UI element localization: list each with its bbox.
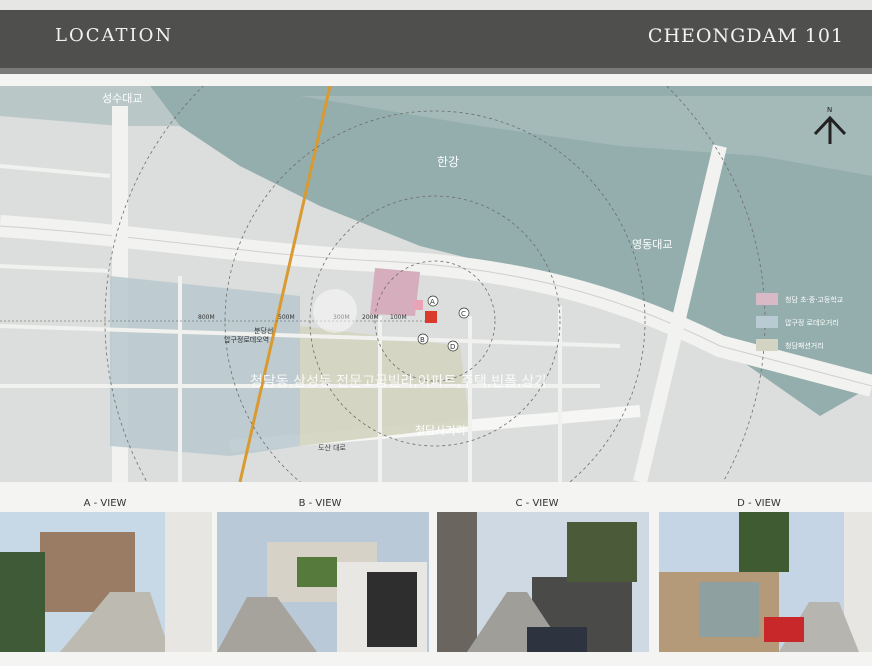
header-underline	[0, 68, 872, 74]
area-description: 청담동,삼성동 전문고급빌라,아파트,주택,빈폴,상가	[250, 374, 547, 390]
dosan-road-label: 도산 대로	[318, 443, 347, 452]
location-title: LOCATION	[55, 25, 174, 46]
yeongdong-bridge-label: 영동대교	[632, 238, 672, 251]
site-marker[interactable]	[425, 311, 437, 323]
top-strip	[0, 0, 872, 10]
view-c-marker-label: C	[461, 310, 466, 318]
station-line-label: 분당선	[254, 326, 273, 335]
view-b-photo[interactable]	[217, 512, 429, 652]
project-title: CHEONGDAM 101	[647, 25, 844, 47]
view-d-photo[interactable]	[659, 512, 872, 652]
site-neighbor	[413, 300, 423, 310]
header-bar: LOCATION CHEONGDAM 101	[0, 10, 872, 74]
view-a-marker-label: A	[430, 298, 435, 306]
hangang-label: 한강	[437, 155, 459, 169]
apgujeong-rodeo-zone	[110, 276, 300, 456]
legend-label-rodeo: 압구정 로데오거리	[785, 318, 839, 327]
dist-200-label: 200M	[362, 314, 379, 321]
view-a-photo[interactable]	[0, 512, 212, 652]
dist-800-label: 800M	[198, 314, 215, 321]
dist-100-label: 100M	[390, 314, 407, 321]
school-zone	[370, 268, 420, 316]
dist-500-label: 500M	[278, 314, 295, 321]
legend-label-school: 청담 초·중·고등학교	[785, 295, 844, 304]
view-d-label: D - VIEW	[737, 498, 781, 509]
view-a-label: A - VIEW	[83, 498, 127, 509]
north-label: N	[827, 106, 832, 114]
view-c-label: C - VIEW	[515, 498, 559, 509]
view-b-marker-label: B	[420, 336, 425, 344]
legend-swatch-rodeo	[756, 316, 778, 328]
view-d-marker-label: D	[450, 343, 455, 351]
site-glow	[313, 289, 357, 333]
station-name-label: 압구정로데오역	[224, 335, 269, 344]
view-c-photo[interactable]	[437, 512, 649, 652]
location-map[interactable]: 800M 500M 300M 200M 100M 성수대교 한강 영동대교 청담…	[0, 86, 872, 482]
legend-swatch-school	[756, 293, 778, 305]
view-b-label: B - VIEW	[298, 498, 342, 509]
legend-swatch-fashion	[756, 339, 778, 351]
cheongdam-crossroad-label: 청담사거리	[415, 424, 466, 437]
view-photos: A - VIEW B - VIEW C - VIEW D - VIEW	[0, 494, 872, 666]
legend-label-fashion: 청담패션거리	[785, 341, 824, 350]
seongsu-bridge-label: 성수대교	[102, 92, 142, 105]
